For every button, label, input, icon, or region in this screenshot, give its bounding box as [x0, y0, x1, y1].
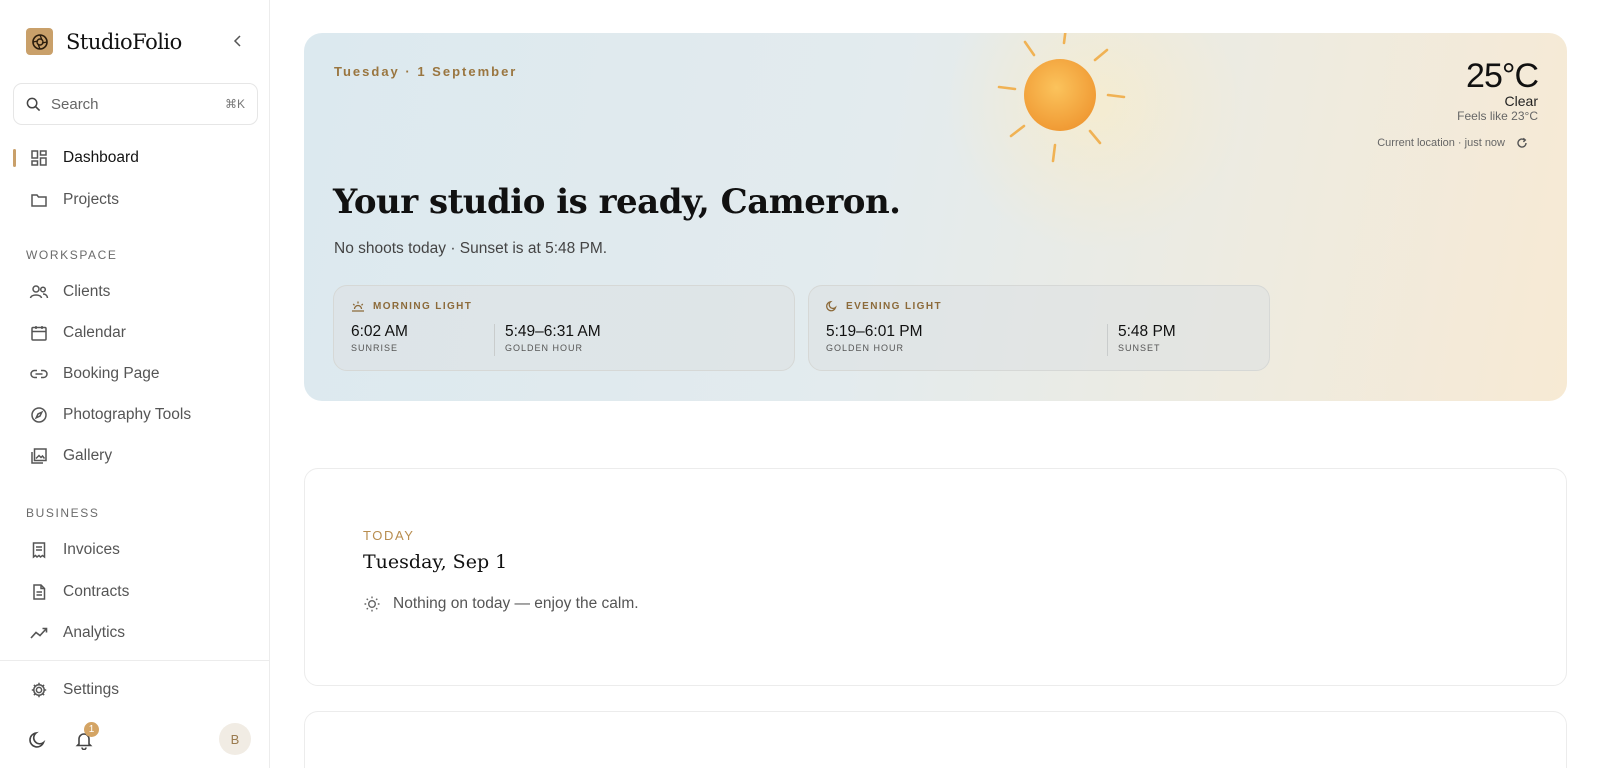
- sidebar-item-label: Settings: [63, 681, 120, 698]
- refresh-icon: [1517, 137, 1527, 148]
- gallery-icon: [28, 445, 50, 467]
- sun-outline-icon: [364, 596, 380, 612]
- users-icon: [28, 281, 50, 303]
- analytics-icon: [28, 622, 50, 644]
- sidebar-item-settings[interactable]: Settings: [0, 672, 269, 708]
- sidebar-item-projects[interactable]: Projects: [0, 182, 269, 218]
- search-shortcut: ⌘K: [224, 97, 245, 111]
- morning-golden-hour-caption: GOLDEN HOUR: [505, 343, 584, 353]
- sidebar-item-booking-page[interactable]: Booking Page: [0, 356, 269, 392]
- sun-icon: [997, 33, 1126, 163]
- today-card: TODAY Tuesday, Sep 1 Nothing on today — …: [304, 468, 1567, 686]
- evening-light-title: EVENING LIGHT: [846, 300, 942, 312]
- sidebar-footer: 1 B: [0, 720, 269, 760]
- sidebar-item-dashboard[interactable]: Dashboard: [0, 140, 269, 176]
- morning-light-header: MORNING LIGHT: [351, 300, 472, 312]
- divider: [494, 324, 495, 356]
- avatar[interactable]: B: [219, 723, 251, 755]
- sunrise-caption: SUNRISE: [351, 343, 399, 353]
- theme-toggle-button[interactable]: [26, 728, 50, 752]
- brand-name: StudioFolio: [66, 29, 182, 54]
- weather-hero-card: Tuesday · 1 September 25°C Clear Feels l…: [304, 33, 1567, 401]
- collapse-sidebar-button[interactable]: [229, 32, 247, 50]
- hero-date: Tuesday · 1 September: [334, 64, 518, 79]
- location-text: Current location · just now: [1377, 137, 1505, 149]
- search-placeholder: Search: [51, 95, 99, 113]
- sidebar-item-label: Photography Tools: [63, 406, 192, 423]
- morning-light-card: MORNING LIGHT 6:02 AM SUNRISE 5:49–6:31 …: [333, 285, 795, 371]
- sunset-caption: SUNSET: [1118, 343, 1161, 353]
- sidebar-item-photography-tools[interactable]: Photography Tools: [0, 397, 269, 433]
- morning-light-title: MORNING LIGHT: [373, 300, 473, 312]
- sidebar-item-gallery[interactable]: Gallery: [0, 438, 269, 474]
- today-date: Tuesday, Sep 1: [363, 551, 508, 573]
- calendar-icon: [28, 322, 50, 344]
- sidebar-item-label: Projects: [63, 191, 119, 208]
- section-label-workspace: WORKSPACE: [26, 248, 118, 262]
- sidebar-item-analytics[interactable]: Analytics: [0, 615, 269, 651]
- sunrise-icon: [352, 301, 364, 312]
- sidebar: StudioFolio Search ⌘K Dashboard Projects…: [0, 0, 270, 768]
- studiofolio-logo-icon: [26, 28, 53, 55]
- sidebar-item-calendar[interactable]: Calendar: [0, 315, 269, 351]
- evening-golden-hour-caption: GOLDEN HOUR: [826, 343, 905, 353]
- hero-subtitle: No shoots today · Sunset is at 5:48 PM.: [334, 240, 608, 257]
- sunrise-time: 6:02 AM: [351, 323, 408, 340]
- divider: [1107, 324, 1108, 356]
- sidebar-item-invoices[interactable]: Invoices: [0, 532, 269, 568]
- link-icon: [28, 363, 50, 385]
- sunset-time: 5:48 PM: [1118, 323, 1176, 340]
- temperature: 25°C: [1466, 57, 1539, 95]
- sidebar-item-label: Clients: [63, 283, 111, 300]
- gear-icon: [28, 679, 50, 701]
- evening-light-header: EVENING LIGHT: [826, 300, 942, 312]
- sidebar-divider: [0, 660, 269, 661]
- sidebar-item-contracts[interactable]: Contracts: [0, 574, 269, 610]
- sidebar-item-clients[interactable]: Clients: [0, 274, 269, 310]
- today-empty-message: Nothing on today — enjoy the calm.: [393, 595, 639, 612]
- dashboard-icon: [28, 147, 50, 169]
- chevron-left-icon: [233, 35, 241, 47]
- search-icon: [26, 97, 41, 111]
- moon-small-icon: [826, 300, 837, 312]
- sidebar-item-label: Dashboard: [63, 149, 139, 166]
- section-label-business: BUSINESS: [26, 506, 100, 520]
- sidebar-item-label: Invoices: [63, 541, 120, 558]
- page-title: Your studio is ready, Cameron.: [333, 182, 901, 222]
- invoice-icon: [28, 539, 50, 561]
- contract-icon: [28, 581, 50, 603]
- brand[interactable]: StudioFolio: [26, 28, 182, 55]
- weather-condition: Clear: [1504, 93, 1538, 109]
- evening-golden-hour-time: 5:19–6:01 PM: [826, 323, 923, 340]
- feels-like: Feels like 23°C: [1457, 109, 1538, 123]
- evening-light-card: EVENING LIGHT 5:19–6:01 PM GOLDEN HOUR 5…: [808, 285, 1270, 371]
- sidebar-item-label: Booking Page: [63, 365, 160, 382]
- sidebar-item-label: Contracts: [63, 583, 130, 600]
- next-section-card: [304, 711, 1567, 768]
- sidebar-item-label: Calendar: [63, 324, 126, 341]
- notification-count-badge: 1: [84, 722, 99, 737]
- location-status: Current location · just now: [1377, 136, 1529, 150]
- sidebar-item-label: Analytics: [63, 624, 126, 641]
- sidebar-item-label: Gallery: [63, 447, 113, 464]
- folder-icon: [28, 189, 50, 211]
- today-empty-state: Nothing on today — enjoy the calm.: [363, 595, 639, 613]
- compass-icon: [28, 404, 50, 426]
- moon-icon: [29, 731, 46, 748]
- refresh-weather-button[interactable]: [1515, 136, 1529, 150]
- search-input[interactable]: Search ⌘K: [13, 83, 258, 125]
- morning-golden-hour-time: 5:49–6:31 AM: [505, 323, 601, 340]
- today-label: TODAY: [363, 528, 415, 543]
